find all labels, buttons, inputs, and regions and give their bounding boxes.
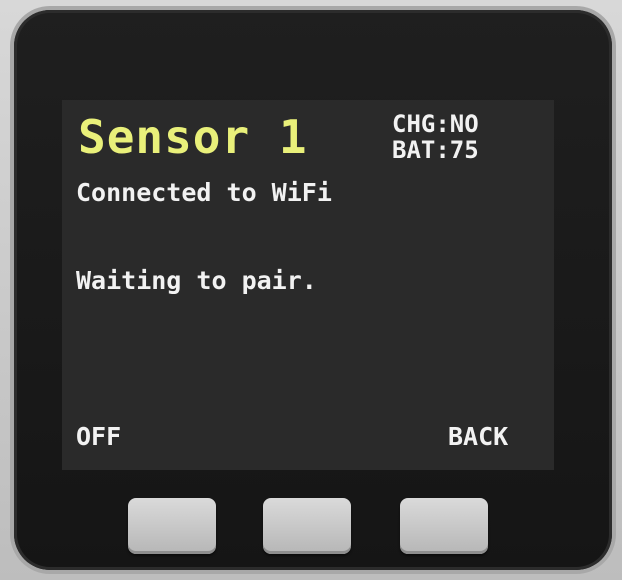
middle-hardware-button[interactable] — [263, 498, 351, 554]
left-hardware-button[interactable] — [128, 498, 216, 554]
screen-title: Sensor 1 — [78, 110, 308, 164]
softkey-back-label: BACK — [448, 422, 509, 451]
softkey-off-label: OFF — [76, 422, 122, 451]
battery-status: BAT:75 — [392, 136, 479, 164]
device-screen: Sensor 1 CHG:NO BAT:75 Connected to WiFi… — [62, 100, 554, 470]
charging-status: CHG:NO — [392, 110, 479, 138]
connection-status-text: Connected to WiFi — [76, 178, 332, 207]
right-hardware-button[interactable] — [400, 498, 488, 554]
pairing-status-text: Waiting to pair. — [76, 266, 317, 295]
